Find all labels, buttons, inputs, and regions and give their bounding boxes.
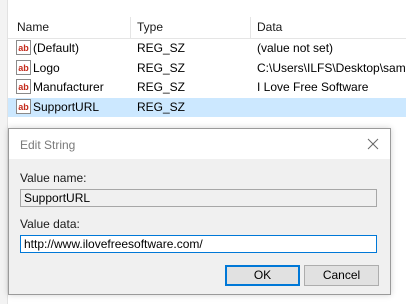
column-divider[interactable] [130, 17, 131, 38]
column-divider[interactable] [250, 17, 251, 38]
string-value-icon: ab [16, 40, 31, 55]
value-type: REG_SZ [137, 60, 186, 75]
edit-string-dialog: Edit String Value name: Value data: OK C… [8, 128, 391, 295]
svg-text:ab: ab [18, 102, 29, 112]
value-data-label: Value data: [20, 217, 80, 231]
list-header: Name Type Data [8, 17, 406, 39]
tree-pane-edge [0, 0, 8, 304]
value-type: REG_SZ [137, 41, 186, 55]
value-data-field[interactable] [20, 235, 377, 253]
value-type: REG_SZ [137, 99, 186, 114]
value-name-label: Value name: [20, 171, 87, 185]
svg-text:ab: ab [18, 63, 29, 73]
ok-button[interactable]: OK [225, 265, 300, 286]
column-header-data[interactable]: Data [257, 20, 282, 38]
value-name: SupportURL [33, 99, 100, 114]
column-header-name[interactable]: Name [17, 20, 49, 38]
registry-values-list: Name Type Data ab (Default) REG_SZ (valu… [8, 17, 406, 117]
string-value-icon: ab [16, 59, 31, 75]
value-data: (value not set) [257, 41, 334, 55]
registry-row[interactable]: ab (Default) REG_SZ (value not set) [8, 39, 406, 59]
close-button[interactable] [360, 133, 386, 155]
registry-row[interactable]: ab Manufacturer REG_SZ I Love Free Softw… [8, 78, 406, 98]
string-value-icon: ab [16, 98, 31, 114]
svg-text:ab: ab [18, 43, 29, 53]
value-name-field[interactable] [20, 189, 377, 207]
registry-editor-window: Name Type Data ab (Default) REG_SZ (valu… [0, 0, 406, 304]
string-value-icon: ab [16, 79, 31, 94]
registry-row-selected[interactable]: ab SupportURL REG_SZ [8, 97, 406, 117]
cancel-button[interactable]: Cancel [304, 265, 379, 286]
dialog-titlebar[interactable]: Edit String [9, 129, 390, 159]
value-name: Manufacturer [33, 80, 104, 94]
column-header-type[interactable]: Type [137, 20, 163, 38]
value-data: I Love Free Software [257, 80, 369, 94]
close-icon [367, 138, 379, 150]
value-name: (Default) [33, 41, 80, 55]
value-name: Logo [33, 60, 60, 75]
value-type: REG_SZ [137, 80, 186, 94]
value-data: C:\Users\ILFS\Desktop\samp [257, 60, 406, 75]
dialog-title: Edit String [20, 138, 76, 152]
registry-row[interactable]: ab Logo REG_SZ C:\Users\ILFS\Desktop\sam… [8, 59, 406, 79]
svg-text:ab: ab [18, 82, 29, 92]
